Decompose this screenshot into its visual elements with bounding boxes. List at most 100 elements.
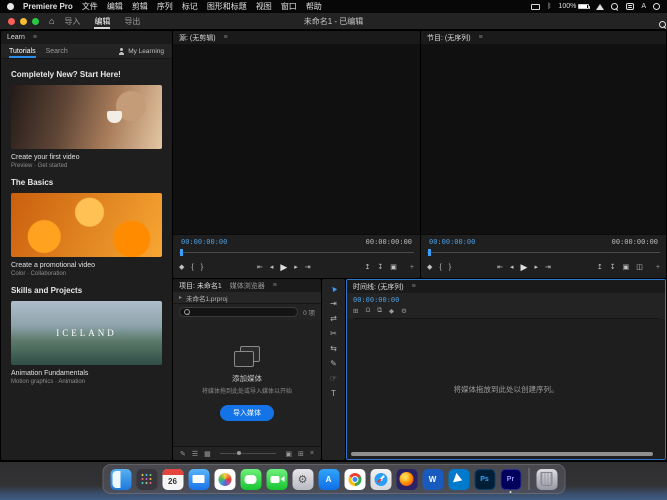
list-view-icon[interactable]: ☰ <box>192 450 198 458</box>
lift-button[interactable]: ↥ <box>597 264 603 271</box>
dock-photoshop-icon[interactable]: Ps <box>474 469 495 490</box>
dock-photos-icon[interactable] <box>214 469 235 490</box>
add-marker-button[interactable]: ◆ <box>179 264 184 271</box>
track-select-tool[interactable]: ⇥ <box>330 300 337 308</box>
tab-learn[interactable]: Learn <box>7 34 25 41</box>
panel-menu-icon[interactable]: ≡ <box>273 282 277 289</box>
import-media-button[interactable]: 导入媒体 <box>220 405 274 421</box>
dock-mail-icon[interactable] <box>188 469 209 490</box>
extract-button[interactable]: ↧ <box>610 264 616 271</box>
bluetooth-icon[interactable]: ᛒ <box>547 3 551 10</box>
pen-tool[interactable]: ✎ <box>330 360 337 368</box>
control-center-icon[interactable] <box>626 3 634 10</box>
learn-content[interactable]: Completely New? Start Here! Create your … <box>1 59 172 460</box>
menu-view[interactable]: 视图 <box>256 1 272 12</box>
clock-icon[interactable] <box>653 3 660 10</box>
go-to-in-button[interactable]: ⇤ <box>497 264 503 271</box>
export-frame-button[interactable]: ▣ <box>623 264 630 271</box>
battery-indicator[interactable]: 100% <box>558 3 589 10</box>
tab-program-monitor[interactable]: 节目: (无序列) <box>427 33 471 43</box>
new-item-icon[interactable]: ⊞ <box>298 450 304 458</box>
linked-selection-icon[interactable]: ⧉ <box>377 307 382 315</box>
ripple-edit-tool[interactable]: ⇄ <box>330 315 337 323</box>
selection-tool[interactable]: ▲ <box>330 285 338 293</box>
panel-menu-icon[interactable]: ≡ <box>479 34 483 41</box>
program-scrubber[interactable] <box>427 248 660 257</box>
menu-markers[interactable]: 标记 <box>182 1 198 12</box>
dock-appstore-icon[interactable]: A <box>318 469 339 490</box>
add-marker-button[interactable]: ◆ <box>427 264 432 271</box>
dock-launchpad-icon[interactable] <box>136 469 157 490</box>
tab-export[interactable]: 导出 <box>124 16 140 27</box>
button-editor-button[interactable]: + <box>656 264 660 271</box>
menu-file[interactable]: 文件 <box>82 1 98 12</box>
tab-search[interactable]: Search <box>46 48 68 55</box>
nest-toggle-icon[interactable]: ⊞ <box>353 307 358 315</box>
tab-import[interactable]: 导入 <box>64 16 80 27</box>
go-to-out-button[interactable]: ⇥ <box>545 264 551 271</box>
snap-icon[interactable]: Ω <box>365 307 370 315</box>
mark-out-button[interactable]: } <box>449 264 451 271</box>
card-animation-fundamentals[interactable]: ICELAND Animation Fundamentals Motion gr… <box>11 301 162 385</box>
timeline-settings-icon[interactable]: ⚙ <box>401 307 407 315</box>
dock-trash-icon[interactable] <box>536 469 557 490</box>
close-button[interactable] <box>8 18 15 25</box>
mark-out-button[interactable]: } <box>201 264 203 271</box>
zoom-button[interactable] <box>32 18 39 25</box>
extract-button[interactable]: ↧ <box>377 264 383 271</box>
razor-tool[interactable]: ✂ <box>330 330 337 338</box>
source-scrubber[interactable] <box>179 248 414 257</box>
dock-premiere-icon[interactable]: Pr <box>500 469 521 490</box>
menu-graphics-titles[interactable]: 图形和标题 <box>207 1 247 12</box>
icon-view-icon[interactable]: ▦ <box>204 450 211 458</box>
display-icon[interactable] <box>531 4 540 10</box>
spotlight-search-icon[interactable] <box>611 3 619 11</box>
menu-app-name[interactable]: Premiere Pro <box>23 2 73 11</box>
tab-edit[interactable]: 编辑 <box>94 16 110 27</box>
step-forward-button[interactable]: ▸ <box>534 264 538 271</box>
step-back-button[interactable]: ◂ <box>510 264 514 271</box>
dock-facetime-icon[interactable] <box>266 469 287 490</box>
card-create-first-video[interactable]: Create your first video Preview · Get st… <box>11 85 162 169</box>
tab-tutorials[interactable]: Tutorials <box>9 44 36 58</box>
menu-help[interactable]: 帮助 <box>306 1 322 12</box>
input-source-indicator[interactable]: A <box>641 3 646 10</box>
menu-sequence[interactable]: 序列 <box>157 1 173 12</box>
card-thumbnail[interactable]: ICELAND <box>11 301 162 365</box>
home-icon[interactable]: ⌂ <box>49 17 54 26</box>
menu-edit[interactable]: 编辑 <box>107 1 123 12</box>
my-learning-link[interactable]: My Learning <box>118 48 164 55</box>
step-back-button[interactable]: ◂ <box>270 264 274 271</box>
panel-menu-icon[interactable]: ≡ <box>224 34 228 41</box>
new-bin-icon[interactable]: ▣ <box>285 450 292 458</box>
tab-project[interactable]: 项目: 未命名1 <box>179 281 222 291</box>
writable-icon[interactable]: ✎ <box>180 450 186 458</box>
panel-menu-icon[interactable]: ≡ <box>33 34 37 41</box>
apple-icon[interactable] <box>7 3 14 10</box>
comparison-view-button[interactable]: ◫ <box>636 264 643 271</box>
dock-finder-icon[interactable] <box>110 469 131 490</box>
project-drop-zone[interactable]: 添加媒体 将媒体拖到此处或导入媒体以开始 导入媒体 <box>173 320 321 446</box>
menu-clip[interactable]: 剪辑 <box>132 1 148 12</box>
step-forward-button[interactable]: ▸ <box>294 264 298 271</box>
go-to-out-button[interactable]: ⇥ <box>305 264 311 271</box>
card-thumbnail[interactable] <box>11 85 162 149</box>
tab-source-monitor[interactable]: 源: (无剪辑) <box>179 33 216 43</box>
export-frame-button[interactable]: ▣ <box>390 264 397 271</box>
delete-icon[interactable]: × <box>310 450 314 458</box>
card-thumbnail[interactable] <box>11 193 162 257</box>
menu-window[interactable]: 窗口 <box>281 1 297 12</box>
zoom-slider[interactable] <box>220 453 277 454</box>
go-to-in-button[interactable]: ⇤ <box>257 264 263 271</box>
tab-timeline[interactable]: 时间线: (无序列) <box>353 282 404 292</box>
type-tool[interactable]: T <box>331 390 336 398</box>
dock-settings-icon[interactable]: ⚙ <box>292 469 313 490</box>
button-editor-button[interactable]: + <box>410 264 414 271</box>
add-marker-icon[interactable]: ◆ <box>389 307 394 315</box>
wifi-icon[interactable] <box>596 4 604 10</box>
bin-path-bar[interactable]: ▸ 未命名1.prproj <box>173 292 321 304</box>
panel-menu-icon[interactable]: ≡ <box>412 283 416 290</box>
tab-media-browser[interactable]: 媒体浏览器 <box>230 281 265 291</box>
mark-in-button[interactable]: { <box>191 264 193 271</box>
timeline-scrollbar[interactable] <box>351 452 653 456</box>
